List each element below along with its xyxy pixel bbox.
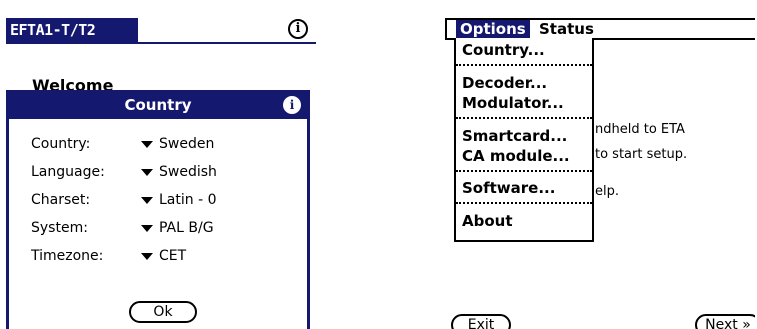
menu-item-about[interactable]: About [462,211,513,231]
app-title: EFTA1-T/T2 [6,18,138,43]
exit-button[interactable]: Exit [451,314,511,329]
menu-item-country[interactable]: Country... [462,40,545,60]
intro-text-line-3: elp. [595,184,619,199]
charset-select[interactable]: Latin - 0 [141,189,217,211]
menu-separator [456,170,592,172]
country-value: Sweden [159,136,215,152]
system-label: System: [31,220,88,236]
menu-item-software[interactable]: Software... [462,178,555,198]
setup-screen-menu: Options Status ndheld to ETA to start se… [445,18,755,329]
menu-bar: Options Status [445,18,755,40]
next-button[interactable]: Next » [695,314,755,329]
system-select[interactable]: PAL B/G [141,217,214,239]
menu-options[interactable]: Options [456,20,530,38]
timezone-value: CET [159,248,187,264]
timezone-label: Timezone: [31,248,104,264]
intro-text-line-2: to start setup. [595,147,688,162]
info-icon[interactable]: i [288,19,308,39]
dialog-title-bar: Country i [9,93,307,119]
dropdown-arrow-icon [141,196,153,204]
country-label: Country: [31,136,91,152]
setup-screen-country: EFTA1-T/T2 i Welcome Country i Country: … [6,18,316,329]
menu-item-modulator[interactable]: Modulator... [462,93,564,113]
dropdown-arrow-icon [141,140,153,148]
ok-button[interactable]: Ok [129,301,197,323]
title-underline [6,42,316,44]
menu-item-ca-module[interactable]: CA module... [462,146,570,166]
options-dropdown-menu: Country... Decoder... Modulator... Smart… [454,38,594,242]
menu-separator [456,117,592,119]
language-label: Language: [31,164,105,180]
dialog-title: Country [124,96,192,114]
timezone-select[interactable]: CET [141,245,186,267]
menu-item-decoder[interactable]: Decoder... [462,73,547,93]
charset-value: Latin - 0 [159,192,217,208]
language-value: Swedish [159,164,217,180]
menu-separator [456,64,592,66]
dropdown-arrow-icon [141,252,153,260]
dropdown-arrow-icon [141,168,153,176]
system-value: PAL B/G [159,220,214,236]
dialog-info-icon[interactable]: i [283,96,301,114]
menu-separator [456,202,592,204]
language-select[interactable]: Swedish [141,161,217,183]
country-dialog: Country i Country: Sweden Language: Swed… [6,90,310,329]
menu-status[interactable]: Status [535,20,598,38]
dropdown-arrow-icon [141,224,153,232]
charset-label: Charset: [31,192,91,208]
intro-text-line-1: ndheld to ETA [595,122,685,137]
country-select[interactable]: Sweden [141,133,214,155]
menu-item-smartcard[interactable]: Smartcard... [462,126,567,146]
